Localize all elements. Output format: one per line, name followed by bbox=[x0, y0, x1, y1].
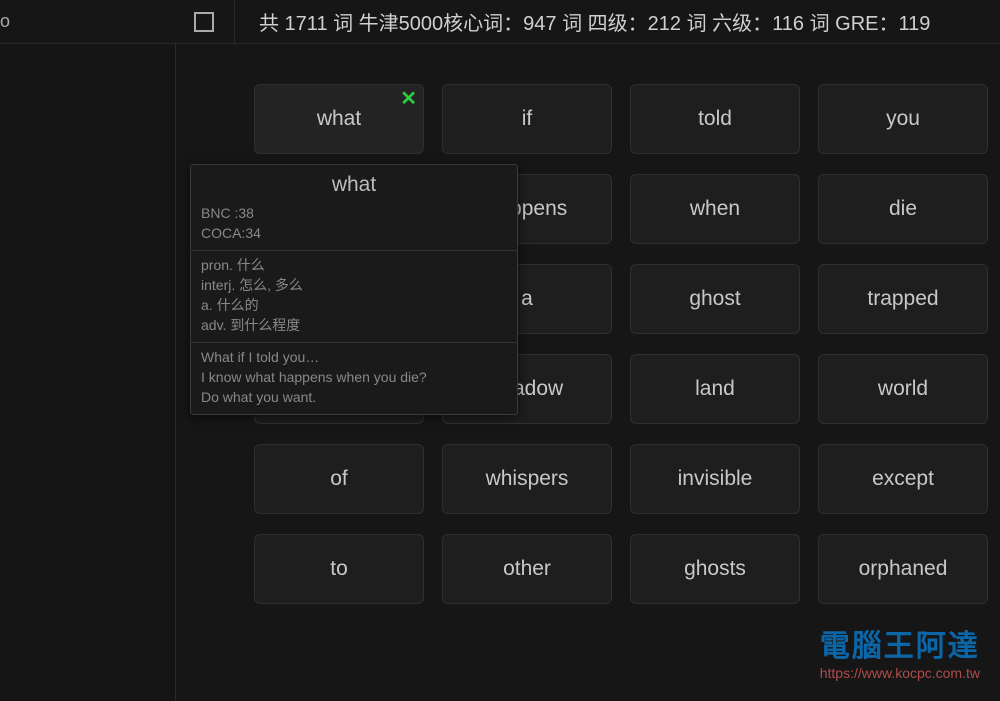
word-tile[interactable]: invisible bbox=[630, 444, 800, 514]
word-tile[interactable]: die bbox=[818, 174, 988, 244]
watermark: 電腦王阿達 https://www.kocpc.com.tw bbox=[820, 621, 980, 681]
word-tile[interactable]: orphaned bbox=[818, 534, 988, 604]
word-tile[interactable]: ghosts bbox=[630, 534, 800, 604]
watermark-url: https://www.kocpc.com.tw bbox=[820, 665, 980, 681]
word-tile[interactable]: to bbox=[254, 534, 424, 604]
tooltip-freq: BNC :38COCA:34 bbox=[191, 199, 517, 250]
close-icon[interactable]: ✕ bbox=[400, 89, 417, 109]
word-tile[interactable]: if bbox=[442, 84, 612, 154]
word-tile[interactable]: when bbox=[630, 174, 800, 244]
word-tile[interactable]: ghost bbox=[630, 264, 800, 334]
word-tile[interactable]: whispers bbox=[442, 444, 612, 514]
stats-bar: 共 1711 词 牛津5000核心词：947 词 四级：212 词 六级：116… bbox=[235, 7, 1000, 36]
tooltip-title: what bbox=[191, 165, 517, 199]
word-tile[interactable]: trapped bbox=[818, 264, 988, 334]
word-tile[interactable]: other bbox=[442, 534, 612, 604]
word-tile[interactable]: except bbox=[818, 444, 988, 514]
word-tile[interactable]: you bbox=[818, 84, 988, 154]
watermark-text: 電腦王阿達 bbox=[820, 621, 980, 665]
sidebar bbox=[0, 44, 176, 701]
word-tile[interactable]: what✕ bbox=[254, 84, 424, 154]
tooltip-defs: pron. 什么interj. 怎么, 多么a. 什么的adv. 到什么程度 bbox=[191, 251, 517, 342]
word-tooltip: what BNC :38COCA:34 pron. 什么interj. 怎么, … bbox=[190, 164, 518, 415]
word-tile[interactable]: told bbox=[630, 84, 800, 154]
word-tile[interactable]: land bbox=[630, 354, 800, 424]
header-word: do bbox=[0, 11, 10, 32]
word-tile[interactable]: world bbox=[818, 354, 988, 424]
word-tile[interactable]: of bbox=[254, 444, 424, 514]
tooltip-examples: What if I told you…I know what happens w… bbox=[191, 343, 517, 414]
checkbox[interactable] bbox=[194, 12, 214, 32]
